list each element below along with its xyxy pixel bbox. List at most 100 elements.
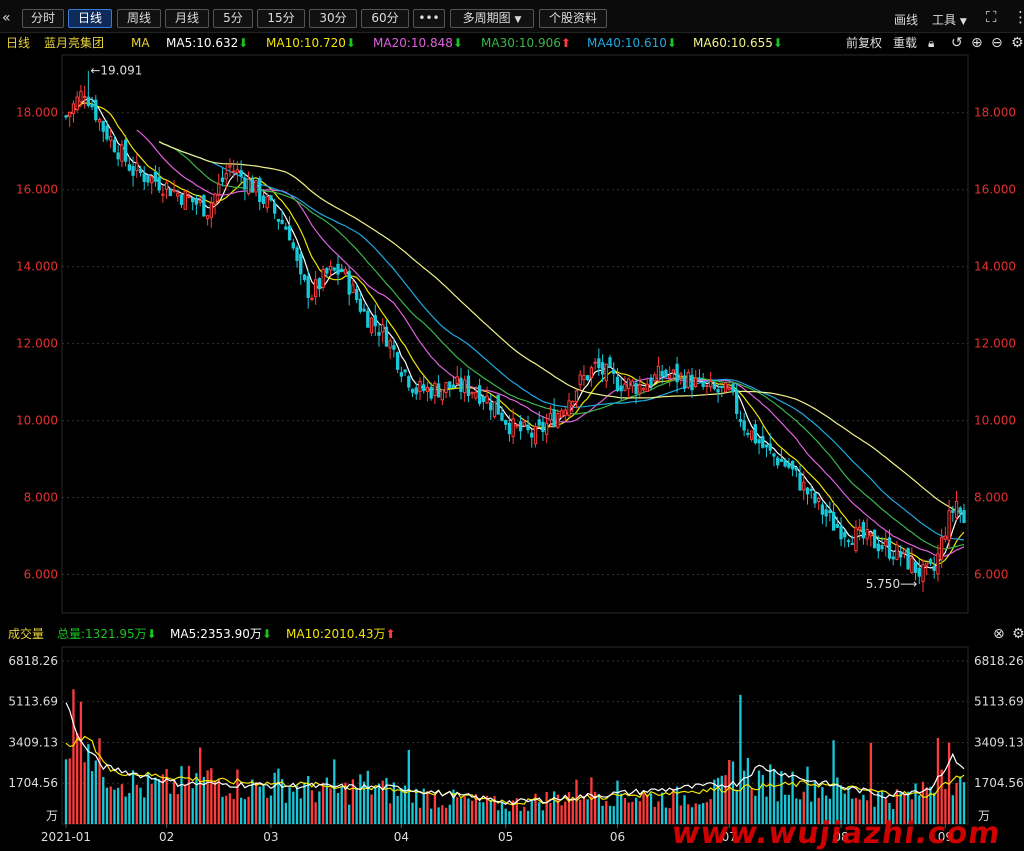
candle-body xyxy=(407,376,411,388)
candle-body xyxy=(790,460,795,470)
candle-body xyxy=(284,226,288,230)
volume-bar xyxy=(76,732,79,824)
volume-bar xyxy=(381,780,384,824)
candle-body xyxy=(112,139,117,153)
candle-body xyxy=(261,195,266,204)
volume-bar xyxy=(657,801,660,824)
candle-body xyxy=(466,375,471,397)
candle-body xyxy=(545,422,549,435)
candle-body xyxy=(679,373,683,377)
candle-body xyxy=(429,386,433,399)
candle-body xyxy=(761,435,765,448)
candle-body xyxy=(608,357,612,368)
candle-body xyxy=(820,504,825,515)
candle-body xyxy=(839,525,843,540)
candle-body xyxy=(265,196,269,209)
candle-body xyxy=(161,193,165,196)
candle-body xyxy=(511,418,515,437)
volume-axis-label-right: 3409.13 xyxy=(974,735,1024,749)
candle-body xyxy=(828,510,832,514)
volume-bar xyxy=(318,791,321,824)
volume-bar xyxy=(221,796,224,824)
candle-body xyxy=(504,420,508,425)
candle-body xyxy=(94,99,98,121)
close-circle-icon[interactable]: ⊗ xyxy=(993,624,1005,644)
price-axis-label: 10.000 xyxy=(16,414,58,428)
volume-bar xyxy=(664,807,668,824)
candle-body xyxy=(276,218,281,222)
volume-bar xyxy=(143,797,146,824)
candle-body xyxy=(440,389,444,401)
candle-body xyxy=(109,136,113,141)
volume-axis-label: 1704.56 xyxy=(8,776,58,790)
volume-bar xyxy=(731,761,735,824)
volume-bar xyxy=(120,784,124,824)
candle-body xyxy=(79,90,83,103)
candle-body xyxy=(910,557,914,573)
candle-body xyxy=(302,274,307,280)
volume-bar xyxy=(374,788,377,824)
candle-body xyxy=(105,125,109,140)
candle-body xyxy=(779,458,784,462)
candle-body xyxy=(783,460,787,467)
volume-bar xyxy=(444,807,448,824)
volume-bar xyxy=(608,805,612,824)
candle-body xyxy=(947,510,951,541)
candle-body xyxy=(917,567,921,577)
volume-ma5-text: MA5:2353.90万 xyxy=(170,627,262,641)
candle-body xyxy=(213,193,217,205)
candle-body xyxy=(336,263,340,275)
candle-body xyxy=(321,268,325,288)
volume-bar xyxy=(545,791,548,824)
candle-body xyxy=(850,542,854,545)
candle-body xyxy=(71,103,76,115)
candle-body xyxy=(392,345,396,350)
candle-body xyxy=(325,267,329,274)
settings-icon[interactable]: ⚙ xyxy=(1012,624,1024,644)
volume-bar xyxy=(456,797,459,824)
volume-bar xyxy=(437,807,440,824)
candle-body xyxy=(843,532,847,538)
candle-body xyxy=(925,562,929,566)
candle-body xyxy=(518,421,523,432)
kline-chart[interactable]: 18.000 18.000 16.000 16.000 14.000 14.000 12.0… xyxy=(0,0,1024,851)
volume-ma5: MA5:2353.90万⬇ xyxy=(170,624,272,644)
candle-body xyxy=(571,400,575,406)
candle-body xyxy=(936,553,940,575)
low-price-label: 5.750⟶ xyxy=(866,577,918,591)
candle-body xyxy=(474,391,478,399)
candle-body xyxy=(854,527,858,552)
volume-axis-label-right: 1704.56 xyxy=(974,776,1024,790)
candle-body xyxy=(418,381,422,392)
volume-bar xyxy=(135,784,138,824)
candle-body xyxy=(794,467,798,471)
candle-body xyxy=(299,253,303,275)
candle-body xyxy=(768,443,772,451)
volume-axis-label: 6818.26 xyxy=(8,654,58,668)
volume-bar xyxy=(526,810,530,824)
candle-body xyxy=(68,111,72,118)
volume-bar xyxy=(124,796,127,824)
price-axis-label-right: 8.000 xyxy=(974,491,1008,505)
volume-bar xyxy=(94,760,97,824)
candle-body xyxy=(533,425,538,445)
candle-body xyxy=(876,543,880,552)
volume-bar xyxy=(459,798,463,824)
candle-body xyxy=(470,391,474,395)
candle-body xyxy=(559,410,564,418)
volume-bar xyxy=(169,793,172,824)
volume-total-text: 总量:1321.95万 xyxy=(57,627,147,641)
candle-body xyxy=(142,173,146,182)
volume-bar xyxy=(154,777,157,824)
volume-bar xyxy=(217,779,220,824)
candle-body xyxy=(459,377,463,392)
price-axis-label: 6.000 xyxy=(24,568,58,582)
candle-body xyxy=(526,424,530,431)
candle-body xyxy=(399,372,404,377)
price-axis-label-right: 12.000 xyxy=(974,337,1016,351)
candle-body xyxy=(802,481,806,491)
volume-bar xyxy=(146,772,150,824)
ma5-line xyxy=(65,98,965,569)
candle-body xyxy=(388,340,392,349)
candle-body xyxy=(522,421,526,426)
